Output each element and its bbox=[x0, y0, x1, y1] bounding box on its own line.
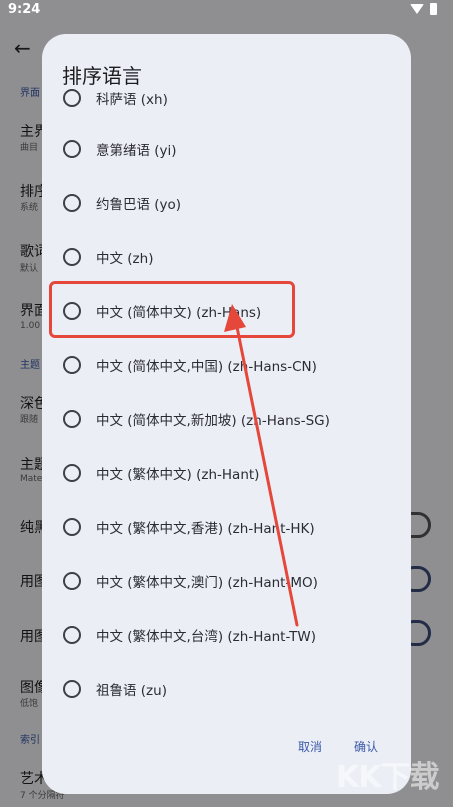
annotation-arrow-icon bbox=[224, 304, 299, 627]
watermark-logo: KK下载 bbox=[336, 760, 439, 795]
